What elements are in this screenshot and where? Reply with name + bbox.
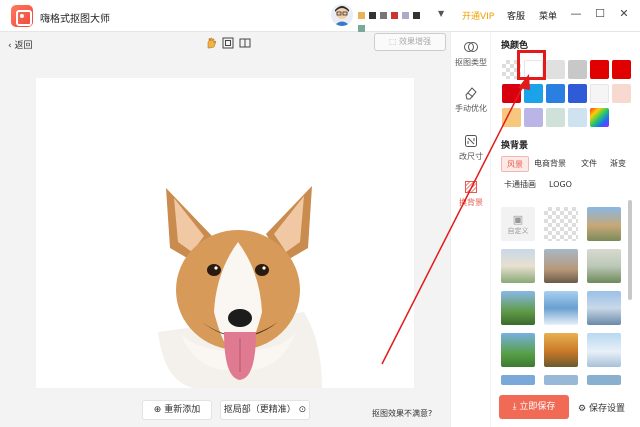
bg-category-ecommerce[interactable]: 电商背景 <box>529 156 571 172</box>
color-swatch-pale-blue[interactable] <box>568 108 587 127</box>
enhance-icon: ⬚ <box>388 37 397 46</box>
color-swatch-dark-red[interactable] <box>502 84 521 103</box>
crop-icon <box>465 135 477 147</box>
bg-category-cartoon[interactable]: 卡通插画 <box>499 177 541 193</box>
color-swatch-mint[interactable] <box>546 108 565 127</box>
tool-label: 改尺寸 <box>459 152 483 161</box>
local-cutout-label: 抠局部（更精准） <box>223 405 296 415</box>
bg-thumbnail[interactable] <box>501 375 535 385</box>
highlight-box <box>517 50 546 80</box>
bg-thumbnail[interactable] <box>587 207 621 241</box>
color-swatch-blue[interactable] <box>546 84 565 103</box>
custom-label: 自定义 <box>507 227 529 235</box>
app-logo-icon <box>11 5 33 27</box>
tool-label: 换背景 <box>459 198 483 207</box>
back-button[interactable]: ‹ 返回 <box>8 38 33 51</box>
layers-icon <box>464 42 478 52</box>
plus-circle-icon: ⊕ <box>153 405 162 415</box>
panel-scrollbar[interactable] <box>628 200 632 300</box>
image-add-icon: ▣ <box>512 213 524 226</box>
back-label: 返回 <box>14 41 33 51</box>
color-swatch-sky-blue[interactable] <box>524 84 543 103</box>
eraser-icon <box>465 87 477 100</box>
bg-thumbnail[interactable] <box>501 249 535 283</box>
save-label: 立即保存 <box>519 402 556 412</box>
hand-icon[interactable] <box>205 37 217 49</box>
color-swatch-lavender[interactable] <box>524 108 543 127</box>
service-link[interactable]: 客服 <box>507 9 525 22</box>
color-swatch-peach[interactable] <box>612 84 631 103</box>
unsatisfied-link[interactable]: 抠图效果不满意? <box>372 408 432 419</box>
color-swatch-red-2[interactable] <box>612 60 631 79</box>
tool-column: 抠图类型 手动优化 改尺寸 换背景 <box>450 32 490 427</box>
background-icon <box>465 181 477 193</box>
color-swatch-light-gray[interactable] <box>546 60 565 79</box>
bg-thumbnail[interactable] <box>587 249 621 283</box>
color-swatch-royal-blue[interactable] <box>568 84 587 103</box>
enhance-button[interactable]: ⬚ 效果增强 <box>374 33 446 51</box>
minimize-icon[interactable]: — <box>569 7 583 21</box>
tool-cutout-type[interactable]: 抠图类型 <box>451 40 491 68</box>
color-swatch-orange[interactable] <box>502 108 521 127</box>
gear-icon: ⚙ <box>578 404 587 414</box>
bg-thumbnail[interactable] <box>544 333 578 367</box>
user-name[interactable] <box>358 9 434 32</box>
bg-category-document[interactable]: 文件 <box>576 156 602 172</box>
readd-label: 重新添加 <box>164 405 201 415</box>
bg-category-scenery[interactable]: 风景 <box>501 156 529 172</box>
color-swatch-red[interactable] <box>590 60 609 79</box>
bg-thumbnail[interactable] <box>501 291 535 325</box>
chevron-down-icon[interactable]: ▼ <box>438 9 444 18</box>
color-swatch-gray[interactable] <box>568 60 587 79</box>
menu-link[interactable]: 菜单 <box>539 9 557 22</box>
local-cutout-button[interactable]: 抠局部（更精准） ⊙ <box>220 400 310 420</box>
dog-image <box>158 186 322 388</box>
tool-change-background[interactable]: 换背景 <box>451 180 491 208</box>
bg-thumbnail[interactable] <box>501 333 535 367</box>
tool-resize[interactable]: 改尺寸 <box>451 134 491 162</box>
bg-thumbnail[interactable] <box>587 375 621 385</box>
color-swatch-rainbow[interactable] <box>590 108 609 127</box>
chevron-left-icon: ‹ <box>8 41 12 51</box>
enhance-label: 效果增强 <box>399 37 432 46</box>
background-section-title: 换背景 <box>501 141 529 151</box>
play-circle-icon: ⊙ <box>298 405 307 415</box>
bg-custom-tile[interactable]: ▣ 自定义 <box>501 207 535 241</box>
close-icon[interactable]: ✕ <box>617 7 631 21</box>
tool-label: 手动优化 <box>455 104 487 113</box>
bg-thumbnail[interactable] <box>544 249 578 283</box>
download-icon: ⤓ <box>512 402 517 412</box>
bg-category-gradient[interactable]: 渐变 <box>605 156 631 172</box>
color-swatch-off-white[interactable] <box>590 84 609 103</box>
maximize-icon[interactable]: ☐ <box>593 7 607 21</box>
tool-label: 抠图类型 <box>455 58 487 67</box>
avatar[interactable] <box>331 4 353 26</box>
bg-category-logo[interactable]: LOGO <box>544 177 577 193</box>
bg-thumbnail[interactable] <box>587 291 621 325</box>
fit-screen-icon[interactable] <box>222 37 234 49</box>
title-bar: 嗨格式抠图大师 ▼ 开通VIP 客服 菜单 — ☐ ✕ <box>0 0 640 32</box>
save-settings-button[interactable]: ⚙ 保存设置 <box>578 401 625 414</box>
compare-icon[interactable] <box>239 37 251 49</box>
bg-thumbnail[interactable] <box>587 333 621 367</box>
tool-manual-optimize[interactable]: 手动优化 <box>451 86 491 114</box>
bg-thumbnail[interactable] <box>544 207 578 241</box>
app-title: 嗨格式抠图大师 <box>40 14 110 25</box>
save-settings-label: 保存设置 <box>588 404 625 414</box>
vip-link[interactable]: 开通VIP <box>462 9 494 22</box>
bg-thumbnail[interactable] <box>544 375 578 385</box>
save-now-button[interactable]: ⤓ 立即保存 <box>499 395 569 419</box>
bg-thumbnail[interactable] <box>544 291 578 325</box>
readd-button[interactable]: ⊕ 重新添加 <box>142 400 212 420</box>
